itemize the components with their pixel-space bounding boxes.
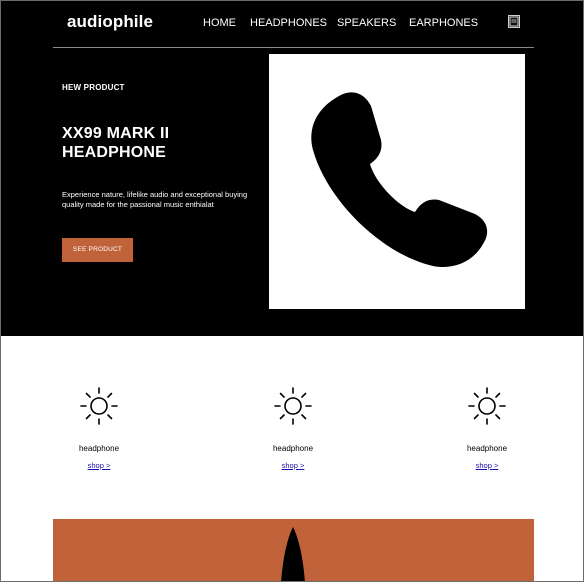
category-label: headphone: [272, 444, 314, 453]
nav-earphones[interactable]: EARPHONES: [409, 17, 478, 29]
sun-icon: [80, 387, 118, 425]
hero-section: audiophile HOME HEADPHONES SPEAKERS EARP…: [1, 1, 583, 336]
category-card-3: headphone shop >: [437, 386, 537, 481]
hero-kicker: HEW PRODUCT: [62, 83, 125, 92]
nav-headphones[interactable]: HEADPHONES: [250, 17, 327, 29]
hero-description: Experience nature, lifelike audio and ex…: [62, 190, 248, 209]
header-divider: [53, 47, 534, 48]
hero-title: XX99 MARK II HEADPHONE: [62, 125, 170, 161]
nav-home[interactable]: HOME: [203, 17, 236, 29]
cart-icon[interactable]: [508, 15, 520, 28]
category-card-2: headphone shop >: [243, 386, 343, 481]
page-frame: audiophile HOME HEADPHONES SPEAKERS EARP…: [0, 0, 584, 582]
sun-icon: [468, 387, 506, 425]
category-shop-link[interactable]: shop >: [49, 461, 149, 470]
category-card-1: headphone shop >: [49, 386, 149, 481]
hero-image: [269, 54, 525, 309]
speaker-icon: [281, 527, 305, 581]
sun-icon: [274, 387, 312, 425]
category-shop-link[interactable]: shop >: [243, 461, 343, 470]
category-label: headphone: [78, 444, 120, 453]
promo-banner: [53, 519, 534, 581]
phone-icon: [311, 92, 488, 268]
see-product-button[interactable]: SEE PRODUCT: [62, 238, 133, 262]
category-label: headphone: [466, 444, 508, 453]
logo[interactable]: audiophile: [67, 12, 153, 32]
category-shop-link[interactable]: shop >: [437, 461, 537, 470]
nav-speakers[interactable]: SPEAKERS: [337, 17, 396, 29]
